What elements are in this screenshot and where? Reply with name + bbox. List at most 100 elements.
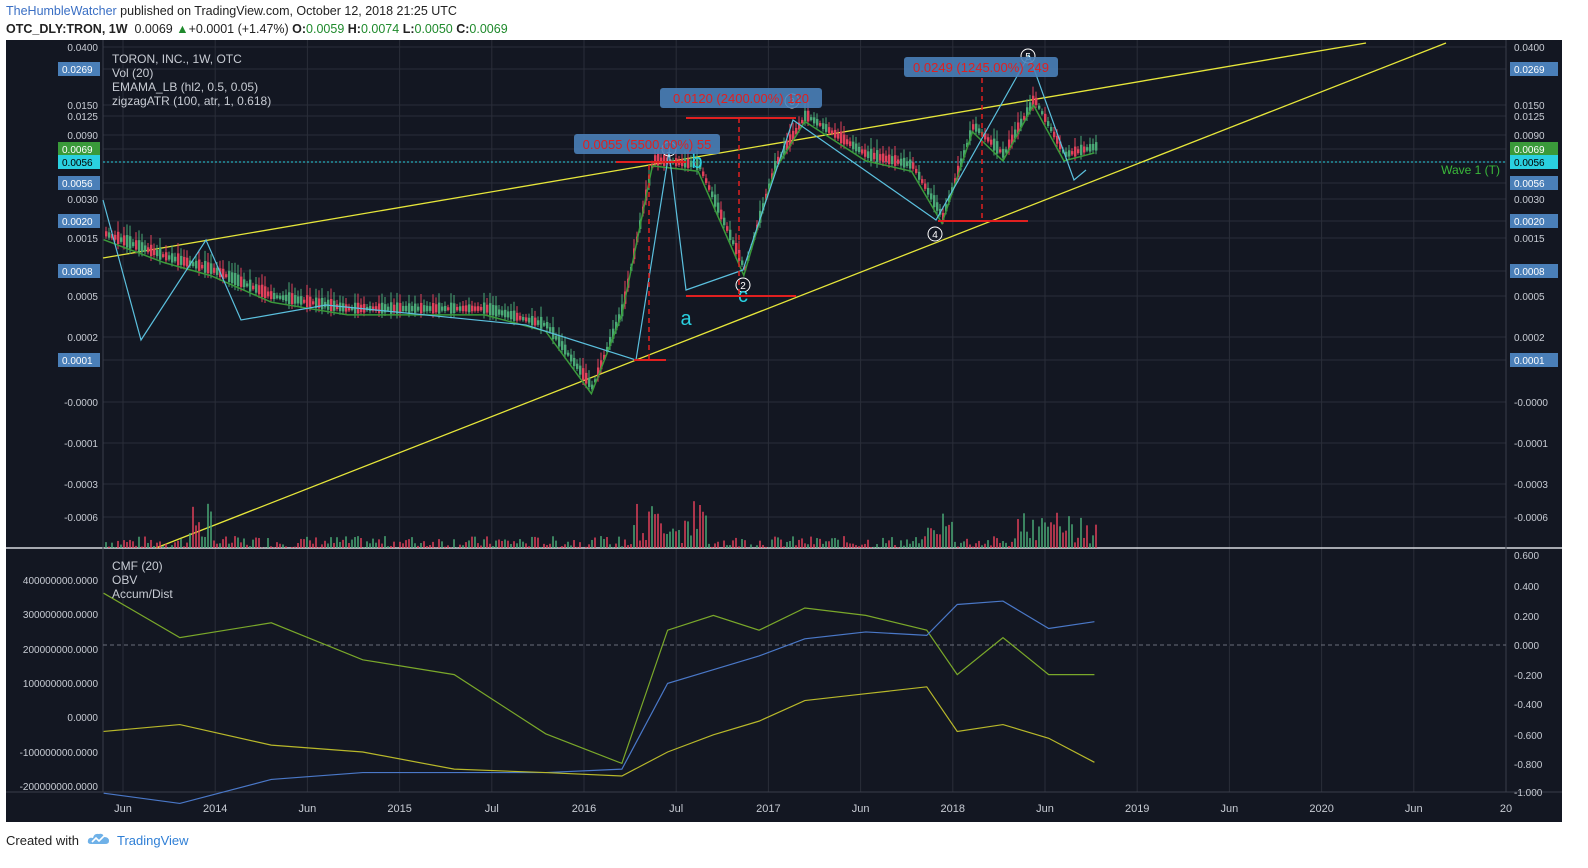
time-axis-tick: 2014 [203, 803, 227, 815]
volume-bar [630, 544, 632, 548]
volume-bar [258, 538, 260, 548]
candle-body [216, 267, 219, 275]
volume-bar [990, 545, 992, 548]
candle-body [558, 336, 561, 347]
candle-body [288, 292, 291, 304]
volume-bar [423, 541, 425, 548]
candle-body [1050, 126, 1053, 132]
volume-bar [228, 543, 230, 548]
candle-body [126, 235, 129, 248]
candle-body [561, 341, 564, 350]
volume-bar [219, 543, 221, 548]
volume-bar [369, 543, 371, 548]
candle-body [159, 247, 162, 260]
candle-body [891, 156, 894, 164]
obv-line [103, 600, 1095, 805]
volume-bar [930, 528, 932, 548]
volume-bar [879, 547, 881, 548]
author-link[interactable]: TheHumbleWatcher [6, 4, 117, 18]
volume-bar [1017, 519, 1019, 548]
candle-body [930, 193, 933, 200]
volume-bar [975, 543, 977, 548]
volume-bar [108, 546, 110, 548]
legend-zigzag[interactable]: zigzagATR (100, atr, 1, 0.618) [112, 94, 271, 108]
time-axis-tick: Jun [299, 803, 317, 815]
legend-cmf[interactable]: CMF (20) [112, 559, 173, 573]
volume-bar [267, 538, 269, 548]
candle-body [1041, 111, 1044, 115]
volume-bar [729, 545, 731, 548]
volume-bar [960, 542, 962, 548]
volume-bar [882, 537, 884, 548]
volume-bar [579, 542, 581, 548]
volume-bar [546, 545, 548, 548]
candle-body [306, 295, 309, 308]
volume-bar [234, 536, 236, 548]
volume-bar [183, 546, 185, 548]
candle-body [999, 149, 1002, 153]
right-price-label: 0.0069 [1514, 145, 1545, 156]
volume-bar [495, 540, 497, 548]
volume-bar [873, 546, 875, 548]
candle-body [816, 118, 819, 126]
candle-body [540, 316, 543, 329]
candle-body [534, 317, 537, 326]
candle-body [291, 293, 294, 305]
volume-bar [420, 542, 422, 548]
volume-bar [1086, 525, 1088, 548]
candle-body [309, 296, 312, 307]
candle-body [867, 151, 870, 159]
candle-body [147, 247, 150, 253]
volume-bar [1053, 524, 1055, 548]
volume-bar [1023, 513, 1025, 548]
left-price-tick: 0.0400 [67, 43, 98, 54]
candle-body [906, 161, 909, 167]
volume-bar [468, 540, 470, 548]
candle-body [723, 217, 726, 226]
candle-body [471, 305, 474, 312]
candle-body [1077, 149, 1080, 154]
volume-bar [849, 543, 851, 548]
legend-emama[interactable]: EMAMA_LB (hl2, 0.5, 0.05) [112, 80, 271, 94]
candle-body [231, 272, 234, 284]
publish-header: TheHumbleWatcher published on TradingVie… [6, 4, 457, 18]
measure-box-text: 0.0249 (1245.00%) 249 [913, 60, 1049, 75]
volume-bar [147, 542, 149, 548]
legend-volume[interactable]: Vol (20) [112, 66, 271, 80]
volume-bar [273, 547, 275, 548]
candle-body [459, 306, 462, 311]
volume-bar [132, 541, 134, 548]
legend-accum-dist[interactable]: Accum/Dist [112, 587, 173, 601]
volume-bar [363, 547, 365, 548]
candle-body [705, 178, 708, 184]
candle-body [270, 291, 273, 299]
time-axis-tick: 2017 [756, 803, 780, 815]
volume-bar [759, 540, 761, 548]
chart-svg[interactable]: 0.0400 0.04000.0269 0.02690.0150 0.01500.01… [6, 40, 1562, 822]
chart-area[interactable]: 0.0400 0.0400 0.0269 0.0269 0.0150 0.0150 0.01… [6, 40, 1562, 822]
tradingview-cloud-icon[interactable] [87, 832, 111, 849]
candle-body [294, 295, 297, 304]
volume-bar [954, 541, 956, 548]
legend-symbol[interactable]: TORON, INC., 1W, OTC [112, 52, 271, 66]
candle-body [918, 171, 921, 180]
volume-bar [384, 536, 386, 548]
time-axis-tick: 20 [1500, 803, 1512, 815]
volume-bar [354, 537, 356, 548]
volume-bar [726, 545, 728, 548]
volume-bar [900, 540, 902, 548]
volume-bar [1080, 517, 1082, 548]
candle-body [480, 306, 483, 311]
volume-bar [474, 536, 476, 548]
volume-bar [915, 537, 917, 548]
volume-bar [525, 543, 527, 548]
candle-body [345, 304, 348, 312]
candle-body [1089, 144, 1092, 152]
time-axis-tick: Jun [1221, 803, 1239, 815]
published-text: published on TradingView.com, October 12… [116, 4, 457, 18]
legend-obv[interactable]: OBV [112, 573, 173, 587]
candle-body [402, 305, 405, 312]
candle-body [825, 124, 828, 132]
candle-body [864, 149, 867, 157]
tradingview-link[interactable]: TradingView [117, 833, 189, 848]
